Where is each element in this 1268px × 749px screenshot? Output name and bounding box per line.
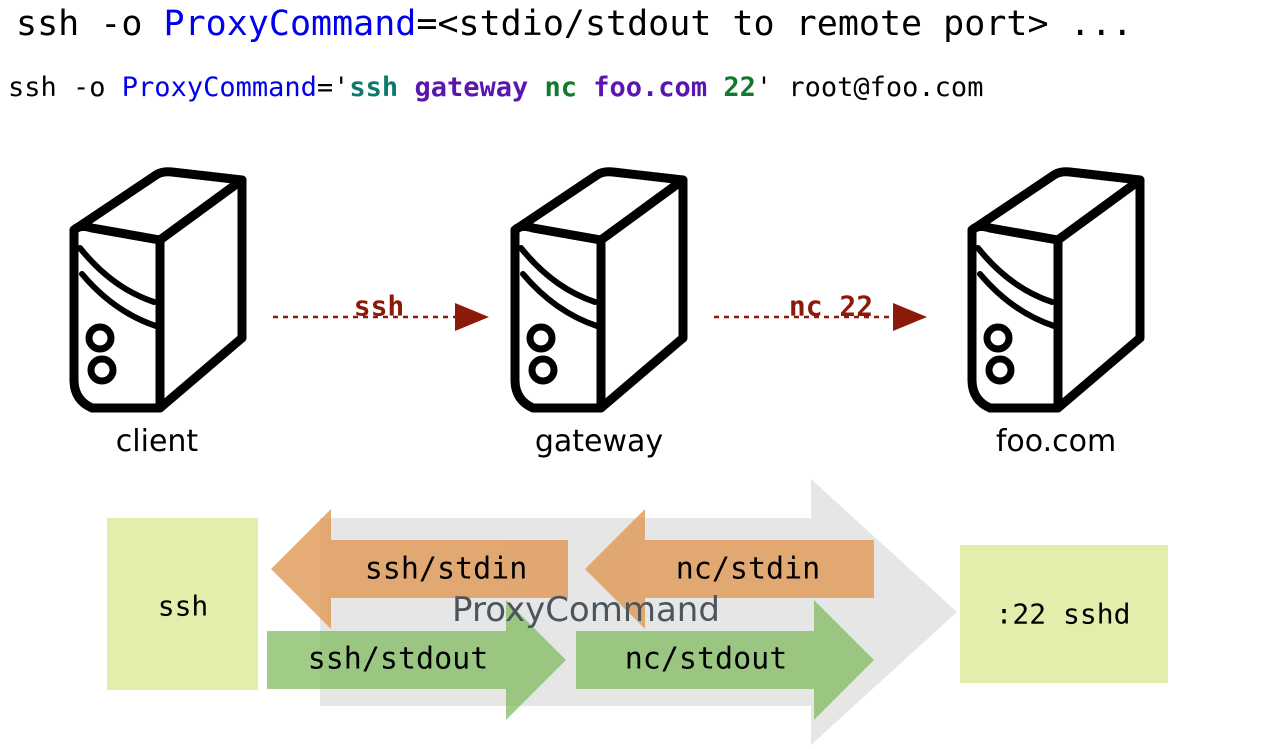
process-box-label-ssh: ssh [157, 589, 209, 623]
stdin-label-ssh: ssh/stdin [364, 551, 528, 587]
proxycommand-caption: ProxyCommand [452, 590, 720, 630]
data-flow-diagram [107, 479, 1168, 745]
stdout-label-ssh: ssh/stdout [307, 641, 489, 677]
stdout-label-nc: nc/stdout [624, 641, 788, 677]
process-box-label-sshd: :22 sshd [995, 597, 1131, 631]
stdin-label-nc: nc/stdin [675, 551, 821, 587]
